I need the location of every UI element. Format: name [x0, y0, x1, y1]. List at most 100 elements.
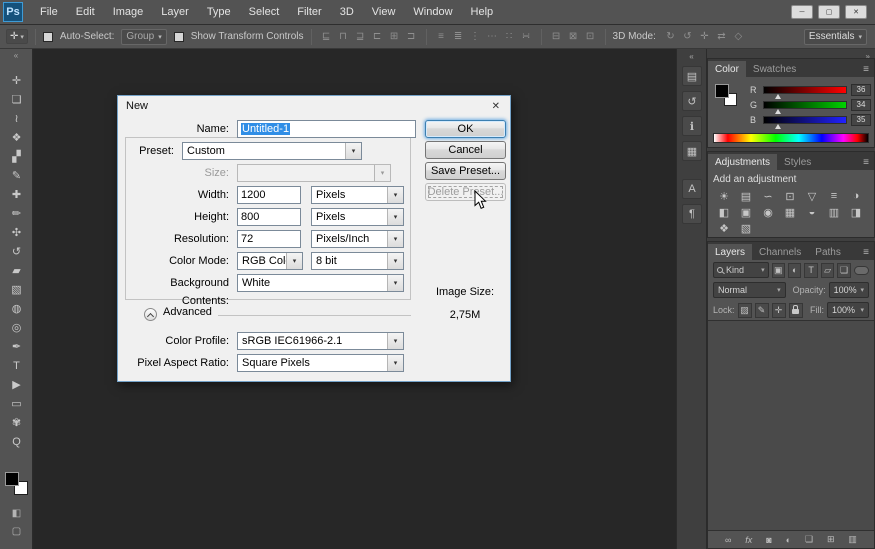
- paragraph-panel-icon[interactable]: ¶: [682, 204, 702, 224]
- blue-slider[interactable]: [763, 116, 847, 124]
- layer-list[interactable]: [708, 320, 874, 531]
- pen-tool[interactable]: ✒: [0, 337, 33, 356]
- hue-saturation-icon[interactable]: ≡: [823, 188, 845, 204]
- blue-slider-handle[interactable]: [775, 124, 781, 129]
- 3d-rotate-icon[interactable]: ↻: [663, 29, 678, 44]
- lock-transparent-icon[interactable]: ▨: [738, 303, 752, 318]
- tab-color[interactable]: Color: [708, 61, 746, 77]
- menu-view[interactable]: View: [363, 0, 405, 25]
- bit-depth-dropdown[interactable]: 8 bit ▾: [311, 252, 404, 270]
- menu-file[interactable]: File: [31, 0, 67, 25]
- align-vertical-centers-icon[interactable]: ⊓: [336, 29, 351, 44]
- tab-swatches[interactable]: Swatches: [746, 61, 803, 77]
- zoom-tool[interactable]: Q: [0, 432, 33, 451]
- red-slider[interactable]: [763, 86, 847, 94]
- properties-panel-icon[interactable]: ▤: [682, 66, 702, 86]
- tab-adjustments[interactable]: Adjustments: [708, 154, 777, 170]
- foreground-color-chip[interactable]: [715, 84, 729, 98]
- green-value[interactable]: 34: [851, 99, 871, 111]
- quick-mask-button[interactable]: ◧: [0, 505, 33, 521]
- 3d-roll-icon[interactable]: ↺: [680, 29, 695, 44]
- panel-menu-icon[interactable]: ≡: [858, 157, 874, 170]
- menu-window[interactable]: Window: [404, 0, 461, 25]
- save-preset-button[interactable]: Save Preset...: [425, 162, 506, 180]
- layer-style-icon[interactable]: fx: [745, 535, 752, 545]
- new-layer-icon[interactable]: ⊞: [827, 534, 835, 545]
- history-panel-icon[interactable]: ↺: [682, 91, 702, 111]
- tab-paths[interactable]: Paths: [808, 244, 848, 260]
- gradient-map-icon[interactable]: ▧: [735, 220, 757, 236]
- blue-value[interactable]: 35: [851, 114, 871, 126]
- ok-button[interactable]: OK: [425, 120, 506, 138]
- screen-mode-button[interactable]: ▢: [0, 523, 33, 539]
- lock-image-icon[interactable]: ✎: [755, 303, 769, 318]
- color-lookup-icon[interactable]: ▦: [779, 204, 801, 220]
- threshold-icon[interactable]: ◨: [845, 204, 867, 220]
- resolution-unit-dropdown[interactable]: Pixels/Inch ▾: [311, 230, 404, 248]
- green-slider[interactable]: [763, 101, 847, 109]
- close-button[interactable]: ✕: [845, 5, 867, 19]
- lock-position-icon[interactable]: ✛: [772, 303, 786, 318]
- color-mode-dropdown[interactable]: RGB Color ▾: [237, 252, 303, 270]
- width-input[interactable]: 1200: [237, 186, 301, 204]
- dialog-title-bar[interactable]: New ✕: [118, 96, 510, 116]
- eyedropper-tool[interactable]: ✎: [0, 166, 33, 185]
- filter-smart-objects-icon[interactable]: ❏: [837, 263, 850, 278]
- menu-help[interactable]: Help: [462, 0, 503, 25]
- quick-selection-tool[interactable]: ❖: [0, 128, 33, 147]
- advanced-toggle[interactable]: [144, 308, 157, 321]
- history-brush-tool[interactable]: ↺: [0, 242, 33, 261]
- panel-menu-icon[interactable]: ≡: [858, 247, 874, 260]
- color-balance-icon[interactable]: ◑: [845, 188, 867, 204]
- dodge-tool[interactable]: ◎: [0, 318, 33, 337]
- blur-tool[interactable]: ◍: [0, 299, 33, 318]
- color-profile-dropdown[interactable]: sRGB IEC61966-2.1 ▾: [237, 332, 404, 350]
- distribute-vcenter-icon[interactable]: ≣: [451, 29, 466, 44]
- hand-tool[interactable]: ✾: [0, 413, 33, 432]
- blend-mode-dropdown[interactable]: Normal ▾: [713, 282, 786, 298]
- path-selection-tool[interactable]: ▶: [0, 375, 33, 394]
- background-contents-dropdown[interactable]: White ▾: [237, 274, 404, 292]
- resolution-input[interactable]: 72: [237, 230, 301, 248]
- distribute-left-icon[interactable]: ⋯: [485, 29, 500, 44]
- height-input[interactable]: 800: [237, 208, 301, 226]
- menu-3d[interactable]: 3D: [331, 0, 363, 25]
- exposure-icon[interactable]: ⊡: [779, 188, 801, 204]
- name-input[interactable]: Untitled-1: [237, 120, 416, 138]
- align-bottom-edges-icon[interactable]: ⊒: [353, 29, 368, 44]
- channel-mixer-icon[interactable]: ◉: [757, 204, 779, 220]
- brush-tool[interactable]: ✏: [0, 204, 33, 223]
- distribute-widths-icon[interactable]: ⊟: [549, 29, 564, 44]
- menu-image[interactable]: Image: [104, 0, 153, 25]
- auto-select-checkbox[interactable]: [43, 32, 53, 42]
- align-top-edges-icon[interactable]: ⊑: [319, 29, 334, 44]
- filter-toggle-switch[interactable]: [854, 266, 869, 275]
- tool-preset-picker[interactable]: ✛ ▾: [6, 29, 28, 44]
- rectangular-marquee-tool[interactable]: ❏: [0, 90, 33, 109]
- info-panel-icon[interactable]: ℹ: [682, 116, 702, 136]
- curves-icon[interactable]: ∽: [757, 188, 779, 204]
- auto-select-mode-dropdown[interactable]: Group ▾: [121, 29, 166, 45]
- lasso-tool[interactable]: ≀: [0, 109, 33, 128]
- distribute-right-icon[interactable]: ∺: [519, 29, 534, 44]
- tab-styles[interactable]: Styles: [777, 154, 818, 170]
- add-layer-mask-icon[interactable]: ◙: [766, 535, 771, 545]
- eraser-tool[interactable]: ▰: [0, 261, 33, 280]
- distribute-top-icon[interactable]: ≡: [434, 29, 449, 44]
- preset-dropdown[interactable]: Custom ▾: [182, 142, 362, 160]
- align-left-edges-icon[interactable]: ⊏: [370, 29, 385, 44]
- align-right-edges-icon[interactable]: ⊐: [404, 29, 419, 44]
- red-slider-handle[interactable]: [775, 94, 781, 99]
- distribute-hcenter-icon[interactable]: ∷: [502, 29, 517, 44]
- opacity-field[interactable]: 100% ▾: [829, 282, 869, 298]
- color-spectrum-bar[interactable]: [713, 133, 869, 143]
- new-adjustment-layer-icon[interactable]: ◐: [786, 535, 791, 545]
- filter-type-layers-icon[interactable]: T: [804, 263, 817, 278]
- brightness-contrast-icon[interactable]: ☀: [713, 188, 735, 204]
- toolbar-collapse-icon[interactable]: «: [0, 51, 32, 60]
- align-horizontal-centers-icon[interactable]: ⊞: [387, 29, 402, 44]
- filter-shape-layers-icon[interactable]: ▱: [821, 263, 834, 278]
- menu-layer[interactable]: Layer: [152, 0, 198, 25]
- menu-filter[interactable]: Filter: [288, 0, 330, 25]
- move-tool[interactable]: ✛: [0, 71, 33, 90]
